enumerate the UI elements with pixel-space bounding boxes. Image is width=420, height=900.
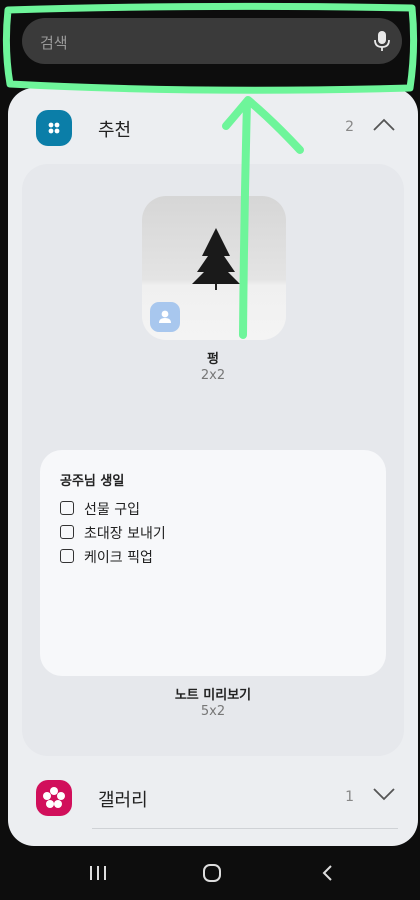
checklist-label: 선물 구입 (84, 502, 140, 518)
note-preview-widget[interactable]: 공주님 생일 선물 구입 초대장 보내기 케이크 픽업 (40, 450, 386, 676)
search-bar[interactable]: 검색 (22, 18, 402, 64)
recommended-widgets-card: 펑 2x2 공주님 생일 선물 구입 초대장 보내기 케이크 픽업 노트 미리보… (22, 164, 404, 756)
search-placeholder: 검색 (40, 34, 68, 52)
divider (92, 828, 398, 829)
section-header-gallery[interactable]: 갤러리 1 (8, 758, 418, 830)
navigation-bar (0, 846, 420, 900)
note-heading: 공주님 생일 (60, 474, 125, 489)
checkbox[interactable] (60, 549, 74, 563)
widget-list-panel: 추천 2 펑 2x2 공주님 생일 선물 구입 초대장 보내기 케이크 픽업 노… (8, 88, 418, 846)
widget-preview-image[interactable] (142, 196, 286, 340)
microphone-icon[interactable] (372, 30, 392, 52)
flower-icon (36, 780, 72, 816)
section-count: 2 (345, 119, 354, 135)
widget-size: 2x2 (200, 368, 226, 383)
contact-badge-icon (150, 302, 180, 332)
back-icon[interactable] (316, 862, 340, 884)
widgets-icon (36, 110, 72, 146)
section-title: 추천 (98, 120, 132, 141)
checkbox[interactable] (60, 525, 74, 539)
widget-title: 노트 미리보기 (174, 688, 252, 703)
checklist-label: 초대장 보내기 (84, 526, 166, 542)
recent-apps-icon[interactable] (86, 862, 110, 884)
section-header-recommended[interactable]: 추천 2 (8, 88, 418, 160)
checklist-label: 케이크 픽업 (84, 550, 153, 566)
widget-size: 5x2 (200, 704, 226, 719)
section-title: 갤러리 (98, 790, 148, 811)
widgets-screen: 검색 추천 2 펑 2x2 공주님 생일 선물 구입 초대장 보내기 케이크 픽… (0, 0, 420, 900)
checkbox[interactable] (60, 501, 74, 515)
chevron-up-icon[interactable] (372, 116, 396, 132)
widget-title: 펑 (207, 352, 219, 367)
home-icon[interactable] (200, 862, 224, 884)
section-count: 1 (345, 789, 354, 805)
chevron-down-icon[interactable] (372, 786, 396, 802)
